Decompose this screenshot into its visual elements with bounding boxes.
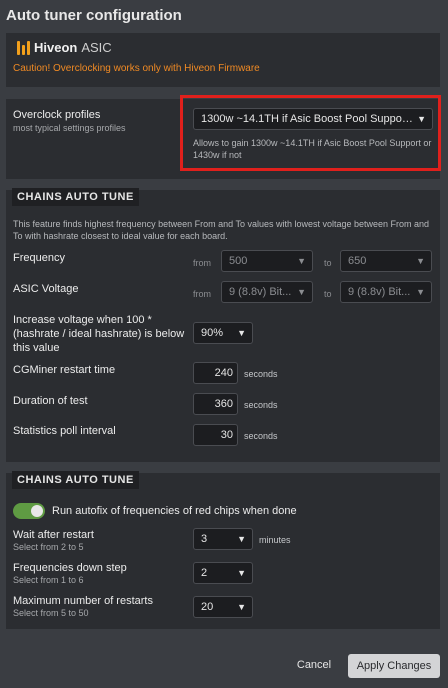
cancel-button[interactable]: Cancel xyxy=(291,654,337,676)
wait-after-restart-label: Wait after restart xyxy=(13,529,94,541)
frequency-from-label: from xyxy=(193,258,211,268)
highlight-box xyxy=(180,95,441,171)
wait-after-restart-sublabel: Select from 2 to 5 xyxy=(13,542,84,552)
apply-changes-button[interactable]: Apply Changes xyxy=(348,654,440,678)
chevron-down-icon: ▼ xyxy=(416,256,425,266)
frequencies-down-step-sublabel: Select from 1 to 6 xyxy=(13,575,84,585)
max-restarts-sublabel: Select from 5 to 50 xyxy=(13,608,89,618)
overclock-label: Overclock profiles xyxy=(13,109,101,121)
voltage-from-select[interactable]: 9 (8.8v) Bit... ▼ xyxy=(221,281,313,303)
cgminer-restart-input[interactable]: 240 xyxy=(193,362,238,384)
chevron-down-icon: ▼ xyxy=(297,287,306,297)
toggle-knob xyxy=(31,505,43,517)
voltage-from-value: 9 (8.8v) Bit... xyxy=(229,286,292,298)
cgminer-restart-label: CGMiner restart time xyxy=(13,364,116,376)
chevron-down-icon: ▼ xyxy=(237,602,246,612)
chevron-down-icon: ▼ xyxy=(237,534,246,544)
frequency-from-value: 500 xyxy=(229,255,248,267)
chains-description: This feature finds highest frequency bet… xyxy=(13,219,430,241)
brand-name: Hiveon xyxy=(34,40,78,55)
hiveon-logo: Hiveon ASIC xyxy=(16,40,112,55)
chevron-down-icon: ▼ xyxy=(237,568,246,578)
increase-voltage-select[interactable]: 90% ▼ xyxy=(193,322,253,344)
voltage-to-label: to xyxy=(324,289,332,299)
poll-interval-unit: seconds xyxy=(244,431,278,441)
poll-interval-label: Statistics poll interval xyxy=(13,425,116,437)
brand-panel: Hiveon ASIC Caution! Overclocking works … xyxy=(6,33,440,87)
voltage-to-value: 9 (8.8v) Bit... xyxy=(348,286,411,298)
autofix-toggle[interactable] xyxy=(13,503,45,519)
frequency-to-label: to xyxy=(324,258,332,268)
test-duration-input[interactable]: 360 xyxy=(193,393,238,415)
frequency-label: Frequency xyxy=(13,252,65,264)
max-restarts-select[interactable]: 20 ▼ xyxy=(193,596,253,618)
frequencies-down-step-value: 2 xyxy=(201,567,208,579)
window-title: Auto tuner configuration xyxy=(6,7,182,24)
wait-after-restart-unit: minutes xyxy=(259,535,291,545)
frequencies-down-step-select[interactable]: 2 ▼ xyxy=(193,562,253,584)
chevron-down-icon: ▼ xyxy=(297,256,306,266)
autofix-label: Run autofix of frequencies of red chips … xyxy=(52,505,297,517)
chains-auto-tune-panel: This feature finds highest frequency bet… xyxy=(6,190,440,462)
chains-auto-tune-heading: CHAINS AUTO TUNE xyxy=(12,188,139,206)
max-restarts-label: Maximum number of restarts xyxy=(13,595,153,607)
chains-auto-tune-heading-2: CHAINS AUTO TUNE xyxy=(12,471,139,489)
frequency-to-select[interactable]: 650 ▼ xyxy=(340,250,432,272)
frequencies-down-step-label: Frequencies down step xyxy=(13,562,127,574)
frequency-to-value: 650 xyxy=(348,255,367,267)
frequency-from-select[interactable]: 500 ▼ xyxy=(221,250,313,272)
cgminer-restart-unit: seconds xyxy=(244,369,278,379)
test-duration-unit: seconds xyxy=(244,400,278,410)
test-duration-label: Duration of test xyxy=(13,395,88,407)
chevron-down-icon: ▼ xyxy=(416,287,425,297)
caution-text: Caution! Overclocking works only with Hi… xyxy=(13,63,260,74)
wait-after-restart-value: 3 xyxy=(201,533,208,545)
asic-voltage-label: ASIC Voltage xyxy=(13,283,79,295)
voltage-to-select[interactable]: 9 (8.8v) Bit... ▼ xyxy=(340,281,432,303)
chains-auto-tune-panel-2: Run autofix of frequencies of red chips … xyxy=(6,473,440,629)
voltage-from-label: from xyxy=(193,289,211,299)
max-restarts-value: 20 xyxy=(201,601,214,613)
brand-product: ASIC xyxy=(81,40,112,55)
overclock-sublabel: most typical settings profiles xyxy=(13,123,126,133)
increase-voltage-value: 90% xyxy=(201,327,224,339)
increase-voltage-label: Increase voltage when 100 * (hashrate / … xyxy=(13,314,185,354)
hiveon-logo-icon xyxy=(16,40,30,55)
poll-interval-input[interactable]: 30 xyxy=(193,424,238,446)
wait-after-restart-select[interactable]: 3 ▼ xyxy=(193,528,253,550)
chevron-down-icon: ▼ xyxy=(237,328,246,338)
